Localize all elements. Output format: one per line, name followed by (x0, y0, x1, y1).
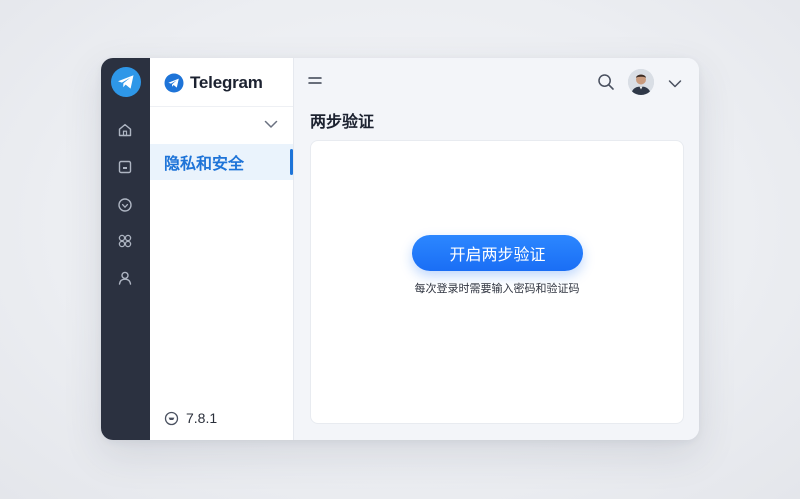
app-window: Telegram 隐私和安全 7.8.1 两步验证 开启两步验证 每次登录时需要… (101, 58, 699, 440)
search-icon[interactable] (597, 73, 615, 91)
badge-icon[interactable] (116, 196, 134, 214)
main-content: 两步验证 开启两步验证 每次登录时需要输入密码和验证码 (294, 58, 699, 440)
active-indicator (290, 149, 293, 175)
enable-two-step-button[interactable]: 开启两步验证 (412, 235, 583, 271)
icon-rail (101, 58, 150, 440)
app-name: Telegram (190, 73, 263, 92)
home-icon[interactable] (116, 121, 134, 139)
user-icon[interactable] (116, 269, 134, 287)
account-chevron-down-icon[interactable] (668, 76, 682, 88)
menu-icon[interactable] (308, 74, 324, 88)
brand: Telegram (164, 72, 263, 94)
telegram-logo-icon[interactable] (111, 67, 141, 97)
version-number: 7.8.1 (186, 410, 218, 426)
chevron-down-icon[interactable] (263, 116, 279, 132)
two-step-hint: 每次登录时需要输入密码和验证码 (414, 282, 580, 295)
sidebar-item-privacy-security[interactable]: 隐私和安全 (150, 144, 293, 180)
two-step-panel: 开启两步验证 每次登录时需要输入密码和验证码 (310, 140, 684, 424)
sidebar-item-label: 隐私和安全 (164, 154, 245, 173)
box-icon[interactable] (116, 158, 134, 176)
version-info: 7.8.1 (164, 410, 217, 426)
settings-sidebar: Telegram 隐私和安全 7.8.1 (150, 58, 294, 440)
apps-icon[interactable] (116, 232, 134, 250)
version-icon (164, 411, 179, 425)
avatar[interactable] (628, 69, 654, 95)
page-title: 两步验证 (310, 112, 375, 131)
sidebar-divider (150, 106, 293, 107)
telegram-brand-icon (164, 73, 184, 93)
